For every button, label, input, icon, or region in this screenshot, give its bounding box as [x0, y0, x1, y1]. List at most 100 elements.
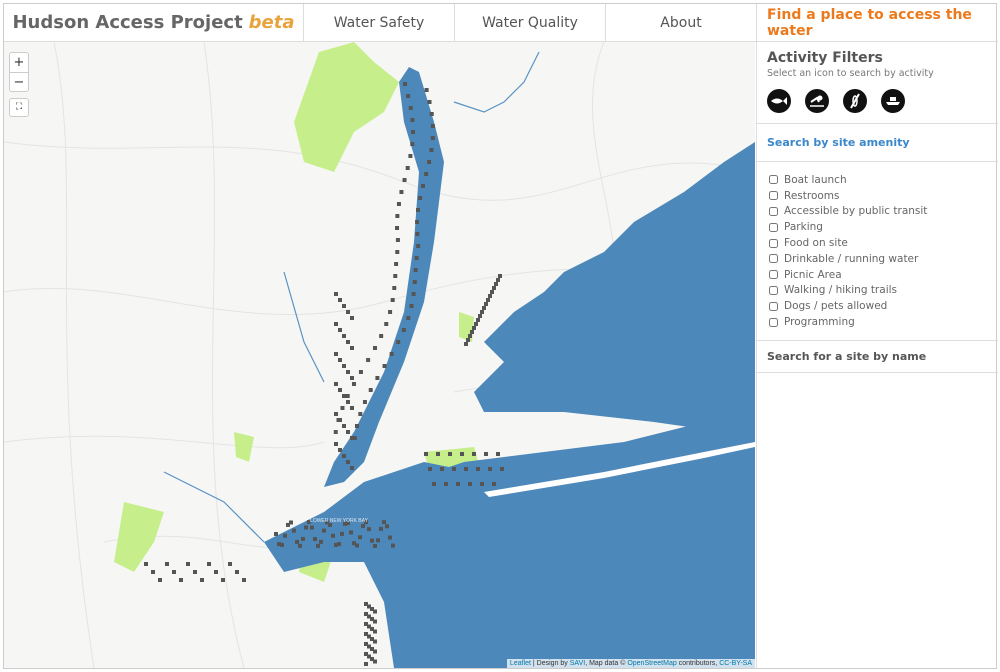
map-canvas[interactable]: LOWER NEW YORK BAY	[4, 42, 755, 668]
site-title[interactable]: Hudson Access Project beta	[4, 4, 304, 41]
access-site-marker[interactable]	[228, 562, 232, 566]
access-site-marker[interactable]	[430, 136, 435, 140]
access-site-marker[interactable]	[207, 562, 211, 566]
access-site-marker[interactable]	[388, 535, 392, 540]
access-site-marker[interactable]	[409, 304, 414, 308]
access-site-marker[interactable]	[338, 418, 342, 422]
access-site-marker[interactable]	[388, 310, 393, 314]
access-site-marker[interactable]	[334, 322, 338, 326]
access-site-marker[interactable]	[408, 154, 413, 158]
swimming-icon[interactable]	[805, 89, 829, 113]
access-site-marker[interactable]	[496, 452, 500, 456]
access-site-marker[interactable]	[338, 298, 342, 302]
nav-about[interactable]: About	[606, 4, 756, 41]
access-site-marker[interactable]	[346, 370, 350, 374]
access-site-marker[interactable]	[424, 172, 429, 176]
access-site-marker[interactable]	[334, 442, 338, 446]
zoom-out-button[interactable]: −	[10, 72, 28, 91]
access-site-marker[interactable]	[420, 184, 425, 188]
access-site-marker[interactable]	[358, 535, 362, 540]
access-site-marker[interactable]	[427, 100, 432, 104]
access-site-marker[interactable]	[373, 659, 377, 664]
amenity-checkbox-item[interactable]: Dogs / pets allowed	[769, 298, 988, 314]
access-site-marker[interactable]	[384, 322, 389, 326]
access-site-marker[interactable]	[418, 196, 423, 200]
access-site-marker[interactable]	[298, 543, 302, 548]
access-site-marker[interactable]	[406, 316, 411, 320]
osm-link[interactable]: OpenStreetMap	[627, 660, 676, 667]
access-site-marker[interactable]	[345, 394, 350, 398]
access-site-marker[interactable]	[480, 310, 484, 314]
access-site-marker[interactable]	[350, 466, 354, 470]
access-site-marker[interactable]	[274, 532, 278, 536]
access-site-marker[interactable]	[334, 382, 338, 386]
access-site-marker[interactable]	[235, 570, 239, 574]
access-site-marker[interactable]	[500, 467, 504, 471]
access-site-marker[interactable]	[391, 543, 395, 548]
access-site-marker[interactable]	[472, 326, 476, 330]
boating-icon[interactable]	[881, 89, 905, 113]
access-site-marker[interactable]	[342, 334, 346, 338]
access-site-marker[interactable]	[316, 543, 320, 548]
access-site-marker[interactable]	[456, 482, 460, 486]
access-site-marker[interactable]	[411, 292, 416, 296]
access-site-marker[interactable]	[186, 562, 190, 566]
access-site-marker[interactable]	[331, 533, 335, 538]
license-link[interactable]: CC-BY-SA	[719, 660, 752, 667]
access-site-marker[interactable]	[338, 358, 342, 362]
access-site-marker[interactable]	[242, 578, 246, 582]
access-site-marker[interactable]	[498, 274, 502, 278]
access-site-marker[interactable]	[416, 244, 421, 248]
access-site-marker[interactable]	[379, 526, 383, 531]
access-site-marker[interactable]	[395, 214, 400, 218]
amenity-checkbox-item[interactable]: Programming	[769, 314, 988, 330]
access-site-marker[interactable]	[334, 352, 338, 356]
access-site-marker[interactable]	[322, 528, 326, 533]
access-site-marker[interactable]	[412, 280, 417, 284]
access-site-marker[interactable]	[496, 278, 500, 282]
access-site-marker[interactable]	[342, 364, 346, 368]
access-site-marker[interactable]	[399, 190, 404, 194]
access-site-marker[interactable]	[448, 452, 452, 456]
access-site-marker[interactable]	[440, 467, 444, 471]
access-site-marker[interactable]	[361, 524, 365, 529]
access-site-marker[interactable]	[373, 619, 377, 624]
access-site-marker[interactable]	[337, 542, 341, 547]
access-site-marker[interactable]	[373, 346, 378, 350]
access-site-marker[interactable]	[472, 452, 476, 456]
access-site-marker[interactable]	[402, 178, 407, 182]
amenity-checkbox[interactable]	[769, 175, 778, 185]
amenity-checkbox-item[interactable]: Drinkable / running water	[769, 251, 988, 267]
access-site-marker[interactable]	[310, 525, 314, 530]
access-site-marker[interactable]	[221, 578, 225, 582]
access-site-marker[interactable]	[468, 334, 472, 338]
access-site-marker[interactable]	[464, 467, 468, 471]
access-site-marker[interactable]	[358, 370, 363, 374]
access-site-marker[interactable]	[350, 316, 354, 320]
access-site-marker[interactable]	[340, 531, 344, 536]
access-site-marker[interactable]	[430, 124, 435, 128]
access-site-marker[interactable]	[151, 570, 155, 574]
leaflet-link[interactable]: Leaflet	[510, 660, 531, 667]
access-site-marker[interactable]	[346, 460, 350, 464]
amenity-checkbox-item[interactable]: Boat launch	[769, 172, 988, 188]
access-site-marker[interactable]	[460, 452, 464, 456]
access-site-marker[interactable]	[350, 346, 354, 350]
zoom-in-button[interactable]: +	[10, 53, 28, 72]
access-site-marker[interactable]	[468, 482, 472, 486]
access-site-marker[interactable]	[478, 314, 482, 318]
amenity-checkbox[interactable]	[769, 285, 778, 295]
access-site-marker[interactable]	[476, 318, 480, 322]
amenity-checkbox-item[interactable]: Food on site	[769, 235, 988, 251]
access-site-marker[interactable]	[376, 538, 380, 543]
access-site-marker[interactable]	[406, 94, 411, 98]
amenity-checkbox[interactable]	[769, 270, 778, 280]
access-site-marker[interactable]	[172, 570, 176, 574]
access-site-marker[interactable]	[432, 482, 436, 486]
access-site-marker[interactable]	[474, 322, 478, 326]
amenity-checkbox-item[interactable]: Accessible by public transit	[769, 204, 988, 220]
nav-water-quality[interactable]: Water Quality	[455, 4, 606, 41]
access-site-marker[interactable]	[351, 382, 356, 386]
access-site-marker[interactable]	[484, 302, 488, 306]
access-site-marker[interactable]	[340, 406, 345, 410]
